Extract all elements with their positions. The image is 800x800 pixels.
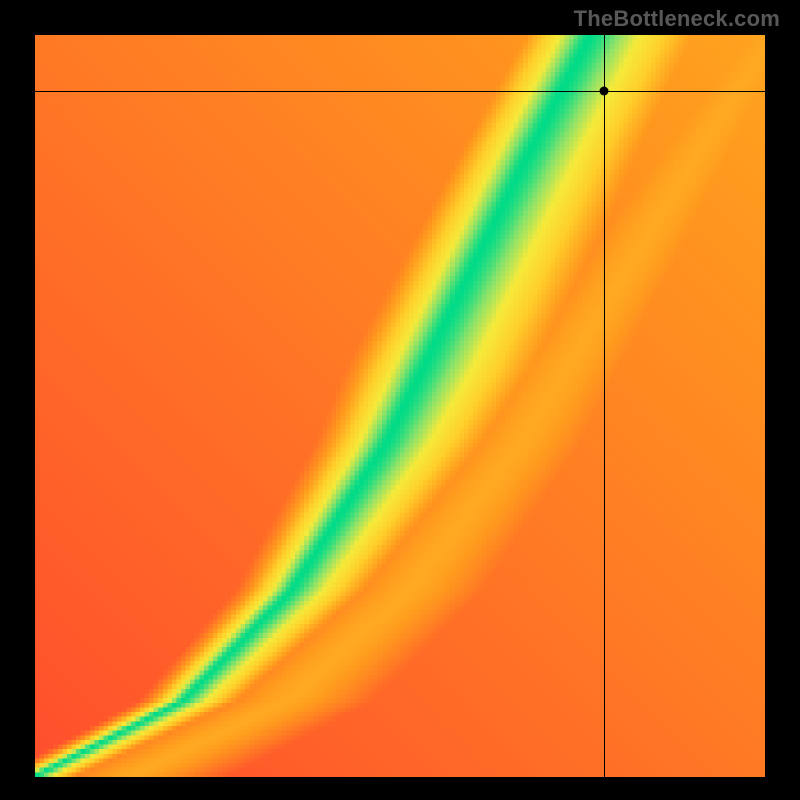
heatmap-canvas xyxy=(35,35,765,777)
attribution-label: TheBottleneck.com xyxy=(574,6,780,32)
chart-frame: TheBottleneck.com xyxy=(0,0,800,800)
crosshair-horizontal xyxy=(35,91,765,92)
heatmap-plot xyxy=(35,35,765,777)
marker-dot xyxy=(600,86,609,95)
crosshair-vertical xyxy=(604,35,605,777)
